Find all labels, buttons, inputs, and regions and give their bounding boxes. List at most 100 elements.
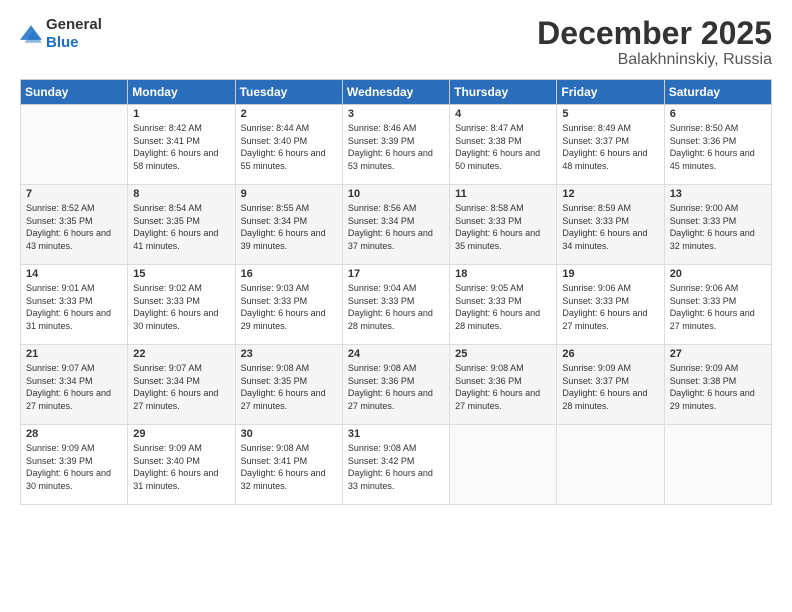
day-info: Sunrise: 9:03 AMSunset: 3:33 PMDaylight:…: [241, 282, 337, 332]
cell-3-6: 27 Sunrise: 9:09 AMSunset: 3:38 PMDayligh…: [664, 345, 771, 425]
cell-2-2: 16 Sunrise: 9:03 AMSunset: 3:33 PMDayligh…: [235, 265, 342, 345]
header-sunday: Sunday: [21, 80, 128, 105]
cell-0-1: 1Sunrise: 8:42 AMSunset: 3:41 PMDaylight…: [128, 105, 235, 185]
day-info: Sunrise: 9:09 AMSunset: 3:39 PMDaylight:…: [26, 442, 122, 492]
logo: General Blue: [20, 16, 102, 52]
cell-1-2: 9 Sunrise: 8:55 AMSunset: 3:34 PMDaylight…: [235, 185, 342, 265]
cell-3-5: 26Sunrise: 9:09 AMSunset: 3:37 PMDayligh…: [557, 345, 664, 425]
day-number: 28: [26, 428, 122, 440]
day-number: 12: [562, 188, 658, 200]
day-number: 9: [241, 188, 337, 200]
day-info: Sunrise: 9:02 AMSunset: 3:33 PMDaylight:…: [133, 282, 229, 332]
cell-2-3: 17Sunrise: 9:04 AMSunset: 3:33 PMDayligh…: [342, 265, 449, 345]
day-number: 21: [26, 348, 122, 360]
cell-1-4: 11 Sunrise: 8:58 AMSunset: 3:33 PMDayligh…: [450, 185, 557, 265]
logo-general: General: [46, 16, 102, 33]
day-info: Sunrise: 8:58 AMSunset: 3:33 PMDaylight:…: [455, 202, 551, 252]
cell-4-5: [557, 425, 664, 505]
page: General Blue December 2025 Balakhninskiy…: [0, 0, 792, 612]
cell-0-0: [21, 105, 128, 185]
day-info: Sunrise: 8:46 AMSunset: 3:39 PMDaylight:…: [348, 122, 444, 172]
day-info: Sunrise: 9:01 AMSunset: 3:33 PMDaylight:…: [26, 282, 122, 332]
week-row-2: 14 Sunrise: 9:01 AMSunset: 3:33 PMDayligh…: [21, 265, 772, 345]
day-info: Sunrise: 8:42 AMSunset: 3:41 PMDaylight:…: [133, 122, 229, 172]
cell-4-0: 28 Sunrise: 9:09 AMSunset: 3:39 PMDayligh…: [21, 425, 128, 505]
cell-4-6: [664, 425, 771, 505]
day-number: 3: [348, 108, 444, 120]
day-info: Sunrise: 9:08 AMSunset: 3:35 PMDaylight:…: [241, 362, 337, 412]
cell-3-4: 25 Sunrise: 9:08 AMSunset: 3:36 PMDayligh…: [450, 345, 557, 425]
day-number: 6: [670, 108, 766, 120]
day-number: 19: [562, 268, 658, 280]
header-monday: Monday: [128, 80, 235, 105]
day-info: Sunrise: 9:09 AMSunset: 3:40 PMDaylight:…: [133, 442, 229, 492]
week-row-1: 7Sunrise: 8:52 AMSunset: 3:35 PMDaylight…: [21, 185, 772, 265]
cell-0-4: 4 Sunrise: 8:47 AMSunset: 3:38 PMDaylight…: [450, 105, 557, 185]
cell-0-6: 6 Sunrise: 8:50 AMSunset: 3:36 PMDaylight…: [664, 105, 771, 185]
day-number: 24: [348, 348, 444, 360]
day-number: 18: [455, 268, 551, 280]
month-title: December 2025: [537, 16, 772, 51]
header-thursday: Thursday: [450, 80, 557, 105]
day-info: Sunrise: 9:08 AMSunset: 3:36 PMDaylight:…: [455, 362, 551, 412]
day-info: Sunrise: 9:06 AMSunset: 3:33 PMDaylight:…: [562, 282, 658, 332]
logo-icon: [20, 25, 42, 43]
day-number: 13: [670, 188, 766, 200]
day-info: Sunrise: 9:07 AMSunset: 3:34 PMDaylight:…: [26, 362, 122, 412]
day-info: Sunrise: 8:54 AMSunset: 3:35 PMDaylight:…: [133, 202, 229, 252]
day-number: 26: [562, 348, 658, 360]
week-row-3: 21 Sunrise: 9:07 AMSunset: 3:34 PMDayligh…: [21, 345, 772, 425]
cell-3-3: 24 Sunrise: 9:08 AMSunset: 3:36 PMDayligh…: [342, 345, 449, 425]
location-title: Balakhninskiy, Russia: [537, 51, 772, 69]
day-number: 15: [133, 268, 229, 280]
cell-1-6: 13 Sunrise: 9:00 AMSunset: 3:33 PMDayligh…: [664, 185, 771, 265]
day-number: 11: [455, 188, 551, 200]
day-number: 16: [241, 268, 337, 280]
day-info: Sunrise: 8:49 AMSunset: 3:37 PMDaylight:…: [562, 122, 658, 172]
cell-2-6: 20Sunrise: 9:06 AMSunset: 3:33 PMDayligh…: [664, 265, 771, 345]
day-info: Sunrise: 8:56 AMSunset: 3:34 PMDaylight:…: [348, 202, 444, 252]
cell-0-2: 2Sunrise: 8:44 AMSunset: 3:40 PMDaylight…: [235, 105, 342, 185]
cell-3-1: 22 Sunrise: 9:07 AMSunset: 3:34 PMDayligh…: [128, 345, 235, 425]
cell-1-1: 8 Sunrise: 8:54 AMSunset: 3:35 PMDaylight…: [128, 185, 235, 265]
title-area: December 2025 Balakhninskiy, Russia: [537, 16, 772, 69]
cell-0-5: 5Sunrise: 8:49 AMSunset: 3:37 PMDaylight…: [557, 105, 664, 185]
day-info: Sunrise: 9:00 AMSunset: 3:33 PMDaylight:…: [670, 202, 766, 252]
cell-1-5: 12 Sunrise: 8:59 AMSunset: 3:33 PMDayligh…: [557, 185, 664, 265]
cell-2-1: 15 Sunrise: 9:02 AMSunset: 3:33 PMDayligh…: [128, 265, 235, 345]
day-info: Sunrise: 8:50 AMSunset: 3:36 PMDaylight:…: [670, 122, 766, 172]
day-info: Sunrise: 8:59 AMSunset: 3:33 PMDaylight:…: [562, 202, 658, 252]
cell-4-1: 29 Sunrise: 9:09 AMSunset: 3:40 PMDayligh…: [128, 425, 235, 505]
day-info: Sunrise: 8:55 AMSunset: 3:34 PMDaylight:…: [241, 202, 337, 252]
cell-1-0: 7Sunrise: 8:52 AMSunset: 3:35 PMDaylight…: [21, 185, 128, 265]
cell-3-2: 23 Sunrise: 9:08 AMSunset: 3:35 PMDayligh…: [235, 345, 342, 425]
day-info: Sunrise: 9:08 AMSunset: 3:42 PMDaylight:…: [348, 442, 444, 492]
day-number: 29: [133, 428, 229, 440]
day-number: 27: [670, 348, 766, 360]
day-number: 30: [241, 428, 337, 440]
weekday-header-row: Sunday Monday Tuesday Wednesday Thursday…: [21, 80, 772, 105]
week-row-0: 1Sunrise: 8:42 AMSunset: 3:41 PMDaylight…: [21, 105, 772, 185]
day-info: Sunrise: 9:07 AMSunset: 3:34 PMDaylight:…: [133, 362, 229, 412]
day-info: Sunrise: 9:04 AMSunset: 3:33 PMDaylight:…: [348, 282, 444, 332]
day-info: Sunrise: 8:44 AMSunset: 3:40 PMDaylight:…: [241, 122, 337, 172]
cell-0-3: 3 Sunrise: 8:46 AMSunset: 3:39 PMDaylight…: [342, 105, 449, 185]
cell-2-5: 19 Sunrise: 9:06 AMSunset: 3:33 PMDayligh…: [557, 265, 664, 345]
day-number: 23: [241, 348, 337, 360]
day-info: Sunrise: 9:08 AMSunset: 3:41 PMDaylight:…: [241, 442, 337, 492]
day-info: Sunrise: 9:09 AMSunset: 3:38 PMDaylight:…: [670, 362, 766, 412]
day-info: Sunrise: 9:08 AMSunset: 3:36 PMDaylight:…: [348, 362, 444, 412]
cell-4-3: 31Sunrise: 9:08 AMSunset: 3:42 PMDayligh…: [342, 425, 449, 505]
day-number: 14: [26, 268, 122, 280]
cell-3-0: 21 Sunrise: 9:07 AMSunset: 3:34 PMDayligh…: [21, 345, 128, 425]
header-tuesday: Tuesday: [235, 80, 342, 105]
day-info: Sunrise: 8:47 AMSunset: 3:38 PMDaylight:…: [455, 122, 551, 172]
day-number: 4: [455, 108, 551, 120]
cell-2-0: 14 Sunrise: 9:01 AMSunset: 3:33 PMDayligh…: [21, 265, 128, 345]
day-number: 10: [348, 188, 444, 200]
header-saturday: Saturday: [664, 80, 771, 105]
day-number: 8: [133, 188, 229, 200]
week-row-4: 28 Sunrise: 9:09 AMSunset: 3:39 PMDayligh…: [21, 425, 772, 505]
day-number: 25: [455, 348, 551, 360]
day-number: 22: [133, 348, 229, 360]
